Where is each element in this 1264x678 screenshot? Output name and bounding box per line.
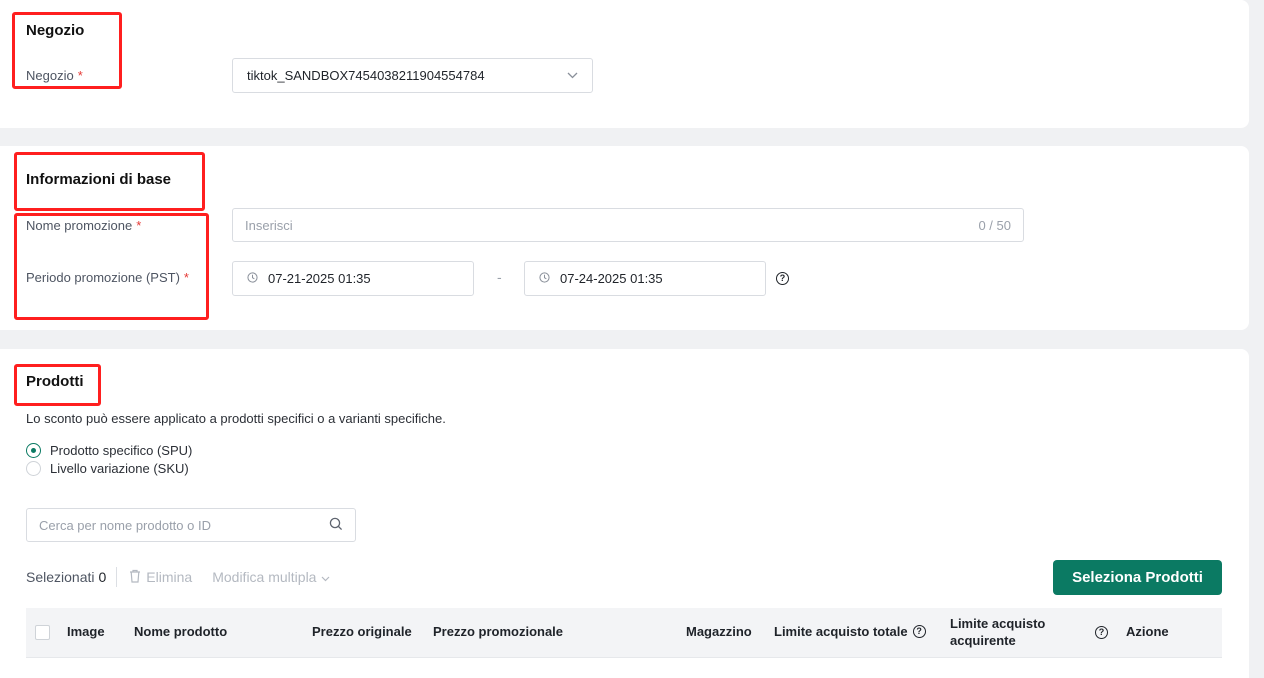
radio-label-sku: Livello variazione (SKU) <box>50 461 189 476</box>
product-search-placeholder: Cerca per nome prodotto o ID <box>39 517 211 533</box>
column-total-limit: Limite acquisto totale ? <box>774 624 926 639</box>
bulk-edit-dropdown[interactable]: Modifica multipla <box>212 569 330 585</box>
chevron-down-icon <box>566 70 578 82</box>
products-title: Prodotti <box>26 373 84 390</box>
product-search-input[interactable]: Cerca per nome prodotto o ID <box>26 508 356 542</box>
store-select-value: tiktok_SANDBOX7454038211904554784 <box>247 68 485 83</box>
promotion-name-input[interactable]: Inserisci 0 / 50 <box>232 208 1024 242</box>
start-date-value: 07-21-2025 01:35 <box>268 271 371 286</box>
promotion-name-counter: 0 / 50 <box>978 217 1011 233</box>
start-date-picker[interactable]: 07-21-2025 01:35 <box>232 261 474 296</box>
clock-icon <box>539 271 550 286</box>
selected-label: Selezionati <box>26 569 95 585</box>
radio-option-sku[interactable]: Livello variazione (SKU) <box>26 461 189 476</box>
end-date-value: 07-24-2025 01:35 <box>560 271 663 286</box>
product-toolbar: Selezionati 0 Elimina Modifica multipla <box>26 567 330 587</box>
basic-info-title: Informazioni di base <box>26 171 172 188</box>
delete-label: Elimina <box>146 569 193 585</box>
promotion-period-label: Periodo promozione (PST) * <box>26 270 189 285</box>
column-buyer-limit: Limite acquisto acquirente <box>950 616 1046 648</box>
radio-option-spu[interactable]: Prodotto specifico (SPU) <box>26 443 192 458</box>
trash-icon <box>129 569 141 586</box>
delete-button[interactable]: Elimina <box>129 569 192 586</box>
promotion-name-placeholder: Inserisci <box>245 217 293 233</box>
toolbar-divider <box>116 567 118 587</box>
store-section: Negozio Negozio * tiktok_SANDBOX745403821… <box>0 0 1249 128</box>
column-image: Image <box>67 624 105 639</box>
end-date-picker[interactable]: 07-24-2025 01:35 <box>524 261 766 296</box>
store-label: Negozio * <box>26 68 83 83</box>
date-range-separator: - <box>497 269 502 285</box>
radio-button-selected[interactable] <box>26 443 41 458</box>
promotion-name-label: Nome promozione * <box>26 218 142 233</box>
search-icon[interactable] <box>329 517 343 534</box>
column-product-name: Nome prodotto <box>134 624 228 639</box>
radio-button[interactable] <box>26 461 41 476</box>
help-icon[interactable]: ? <box>1095 626 1108 639</box>
store-section-title: Negozio <box>26 22 85 39</box>
store-select[interactable]: tiktok_SANDBOX7454038211904554784 <box>232 58 593 93</box>
column-stock: Magazzino <box>686 624 752 639</box>
column-action: Azione <box>1126 624 1169 639</box>
column-original-price: Prezzo originale <box>312 624 412 639</box>
help-icon[interactable]: ? <box>912 625 926 638</box>
column-promo-price: Prezzo promozionale <box>433 624 564 639</box>
clock-icon <box>247 271 258 286</box>
products-description: Lo sconto può essere applicato a prodott… <box>26 411 446 426</box>
bulk-edit-label: Modifica multipla <box>212 569 317 585</box>
help-icon[interactable]: ? <box>776 272 789 285</box>
selected-count: 0 <box>98 569 107 585</box>
radio-label-spu: Prodotto specifico (SPU) <box>50 443 193 458</box>
select-all-checkbox[interactable] <box>35 625 50 640</box>
select-products-button[interactable]: Seleziona Prodotti <box>1053 560 1222 595</box>
products-table-header: Image Nome prodotto Prezzo originale Pre… <box>26 608 1222 658</box>
chevron-down-icon <box>321 569 330 585</box>
